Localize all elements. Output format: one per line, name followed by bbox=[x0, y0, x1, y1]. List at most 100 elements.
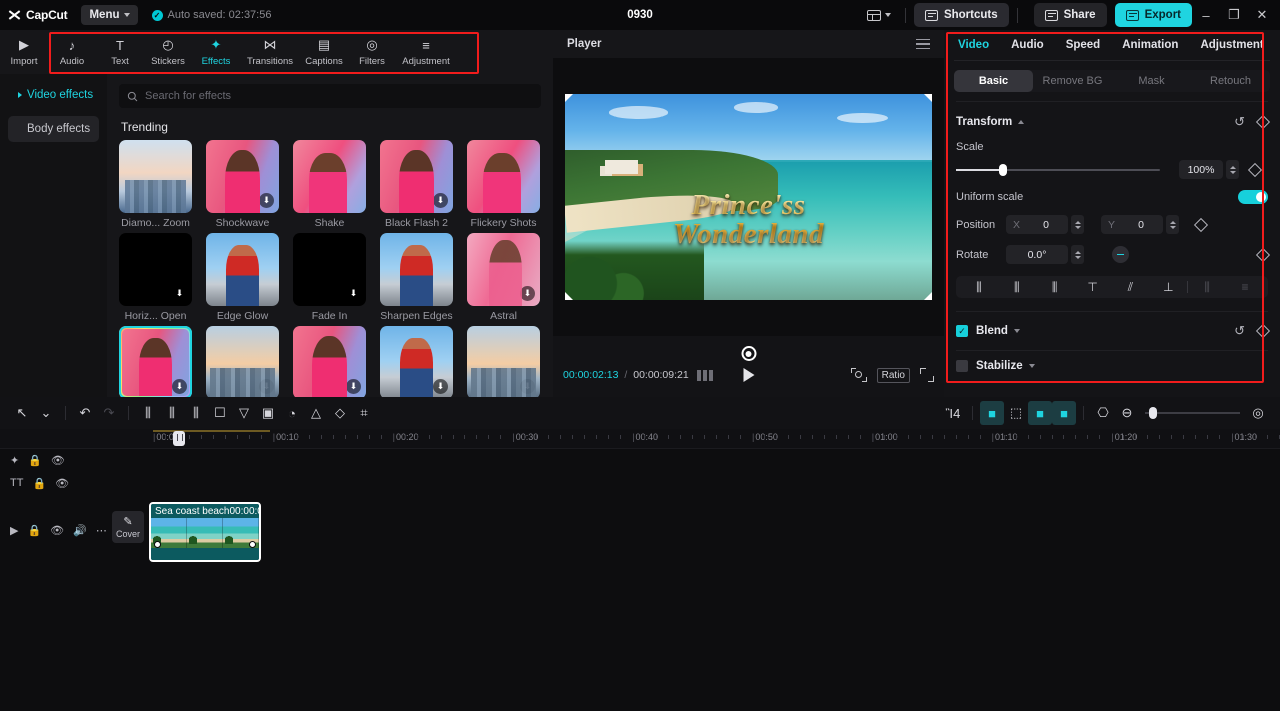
tab-animation[interactable]: Animation bbox=[1122, 39, 1178, 51]
select-tool[interactable]: ↖ bbox=[10, 401, 34, 425]
preview-align-button[interactable]: ■ bbox=[1052, 401, 1076, 425]
nav-item-adjustment[interactable]: ≡ Adjustment bbox=[396, 31, 456, 73]
keyframe-scale-button[interactable] bbox=[1247, 162, 1263, 177]
timeline-ruler[interactable]: 00:0000:1000:2000:3000:4000:5001:0001:10… bbox=[0, 429, 1280, 449]
effect-thumbnail[interactable]: ⬇ bbox=[119, 233, 192, 306]
effect-cell[interactable]: ⬇ Black Flash 2 bbox=[380, 140, 453, 229]
position-y-stepper[interactable] bbox=[1166, 215, 1179, 234]
mirror-button[interactable]: △ bbox=[304, 401, 328, 425]
tab-speed[interactable]: Speed bbox=[1066, 39, 1101, 51]
effect-thumbnail[interactable]: ⬇ bbox=[119, 326, 192, 399]
keyframe-rotate-button[interactable] bbox=[1255, 247, 1271, 262]
freeze-button[interactable]: ▽ bbox=[232, 401, 256, 425]
eye-icon[interactable]: 👁 bbox=[55, 477, 69, 490]
keyframe-transform-button[interactable] bbox=[1255, 114, 1271, 130]
sub-nav-video-effects[interactable]: Video effects bbox=[8, 82, 99, 108]
crop-split-button[interactable]: ▣ bbox=[256, 401, 280, 425]
uniform-scale-toggle[interactable] bbox=[1238, 190, 1268, 204]
ratio-button[interactable]: Ratio bbox=[876, 367, 910, 383]
keyframe-blend-button[interactable] bbox=[1255, 323, 1271, 339]
scale-slider[interactable] bbox=[956, 163, 1160, 176]
nav-item-transitions[interactable]: ⋈ Transitions bbox=[240, 31, 300, 73]
zoom-slider-knob[interactable] bbox=[1149, 407, 1157, 419]
zoom-out-button[interactable]: ⊖ bbox=[1115, 401, 1139, 425]
effect-cell[interactable]: ⬇ bbox=[119, 326, 192, 403]
eye-icon[interactable]: 👁 bbox=[51, 454, 65, 467]
playhead-handle[interactable] bbox=[173, 431, 185, 446]
download-icon[interactable]: ⬇ bbox=[433, 379, 448, 394]
rotate-stepper[interactable] bbox=[1071, 245, 1084, 264]
link-button[interactable]: ■ bbox=[1028, 401, 1052, 425]
download-icon[interactable]: ⬇ bbox=[259, 379, 274, 394]
lock-icon[interactable]: 🔒 bbox=[32, 477, 46, 490]
video-icon[interactable]: ▶ bbox=[10, 524, 18, 537]
fullscreen-icon[interactable] bbox=[920, 368, 934, 382]
maximize-button[interactable]: ❐ bbox=[1220, 0, 1248, 30]
effect-thumbnail[interactable] bbox=[380, 233, 453, 306]
scale-slider-knob[interactable] bbox=[998, 163, 1007, 176]
effect-cell[interactable]: Sharpen Edges bbox=[380, 233, 453, 322]
delete-button[interactable]: ☐ bbox=[208, 401, 232, 425]
align-middle-v-icon[interactable]: ⫽ bbox=[1112, 280, 1150, 295]
reset-blend-button[interactable]: ↺ bbox=[1234, 323, 1245, 339]
fit-button[interactable]: ◎ bbox=[1246, 401, 1270, 425]
crop-button[interactable]: ⌗ bbox=[352, 401, 376, 425]
effect-cell[interactable]: ⬇ bbox=[467, 326, 540, 403]
effect-thumbnail[interactable]: ⬇ bbox=[467, 233, 540, 306]
effect-cell[interactable]: Diamo... Zoom bbox=[119, 140, 192, 229]
play-button[interactable] bbox=[743, 368, 754, 382]
menu-button[interactable]: Menu bbox=[81, 5, 138, 25]
nav-item-audio[interactable]: ♪ Audio bbox=[48, 31, 96, 73]
effect-icon[interactable]: ✦ bbox=[10, 454, 19, 467]
layout-switch-button[interactable] bbox=[861, 9, 897, 21]
frames-icon[interactable] bbox=[696, 369, 713, 381]
distribute-h-icon[interactable]: ⫼ bbox=[1188, 280, 1226, 295]
search-input[interactable]: Search for effects bbox=[119, 84, 541, 108]
close-button[interactable]: ✕ bbox=[1248, 0, 1276, 30]
nav-item-text[interactable]: T Text bbox=[96, 31, 144, 73]
chevron-up-icon[interactable] bbox=[1018, 120, 1025, 124]
nav-item-captions[interactable]: ▤ Captions bbox=[300, 31, 348, 73]
chevron-down-icon[interactable] bbox=[1028, 364, 1035, 368]
more-icon[interactable]: ⋯ bbox=[96, 524, 107, 537]
scale-value-input[interactable]: 100% bbox=[1179, 160, 1223, 179]
align-right-icon[interactable]: ⫼ bbox=[1036, 280, 1074, 295]
effect-thumbnail[interactable] bbox=[206, 233, 279, 306]
download-icon[interactable]: ⬇ bbox=[172, 286, 187, 301]
align-center-h-icon[interactable]: ⫼ bbox=[998, 280, 1036, 295]
effect-cell[interactable]: ⬇ bbox=[380, 326, 453, 403]
chevron-down-icon[interactable] bbox=[1013, 329, 1020, 333]
effect-thumbnail[interactable] bbox=[119, 140, 192, 213]
effect-thumbnail[interactable] bbox=[467, 140, 540, 213]
nav-item-import[interactable]: ▶ Import bbox=[0, 31, 48, 73]
effect-thumbnail[interactable]: ⬇ bbox=[206, 140, 279, 213]
video-preview[interactable]: Prince'ss Wonderland bbox=[565, 94, 932, 300]
stabilize-checkbox[interactable] bbox=[956, 360, 968, 372]
lock-icon[interactable]: 🔒 bbox=[28, 454, 42, 467]
record-voiceover-button[interactable]: Ἲ4 bbox=[941, 401, 965, 425]
effect-thumbnail[interactable]: ⬇ bbox=[293, 326, 366, 399]
blend-checkbox[interactable]: ✓ bbox=[956, 325, 968, 337]
segment-remove-bg[interactable]: Remove BG bbox=[1033, 70, 1112, 92]
trim-right-button[interactable]: ⫼ bbox=[184, 401, 208, 425]
distribute-v-icon[interactable]: ≡ bbox=[1226, 280, 1264, 294]
cover-edit-button[interactable]: ⎔ bbox=[1091, 401, 1115, 425]
effect-cell[interactable]: ⬇ bbox=[206, 326, 279, 403]
download-icon[interactable]: ⬇ bbox=[520, 286, 535, 301]
tab-video[interactable]: Video bbox=[958, 39, 989, 51]
split-button[interactable]: ⫼ bbox=[136, 401, 160, 425]
align-bottom-icon[interactable]: ⊥ bbox=[1149, 280, 1187, 294]
video-title-overlay[interactable]: Prince'ss Wonderland bbox=[565, 190, 932, 250]
volume-icon[interactable]: 🔊 bbox=[73, 524, 87, 537]
effect-cell[interactable]: ⬇ Shockwave bbox=[206, 140, 279, 229]
segment-retouch[interactable]: Retouch bbox=[1191, 70, 1270, 92]
effect-cell[interactable]: ⬇ bbox=[293, 326, 366, 403]
shortcuts-button[interactable]: Shortcuts bbox=[913, 3, 1009, 27]
position-x-input[interactable]: X 0 bbox=[1006, 215, 1068, 234]
download-icon[interactable]: ⬇ bbox=[346, 286, 361, 301]
segment-basic[interactable]: Basic bbox=[954, 70, 1033, 92]
reset-transform-button[interactable]: ↺ bbox=[1234, 114, 1245, 130]
segment-mask[interactable]: Mask bbox=[1112, 70, 1191, 92]
rotate-input[interactable]: 0.0° bbox=[1006, 245, 1068, 264]
position-x-stepper[interactable] bbox=[1071, 215, 1084, 234]
